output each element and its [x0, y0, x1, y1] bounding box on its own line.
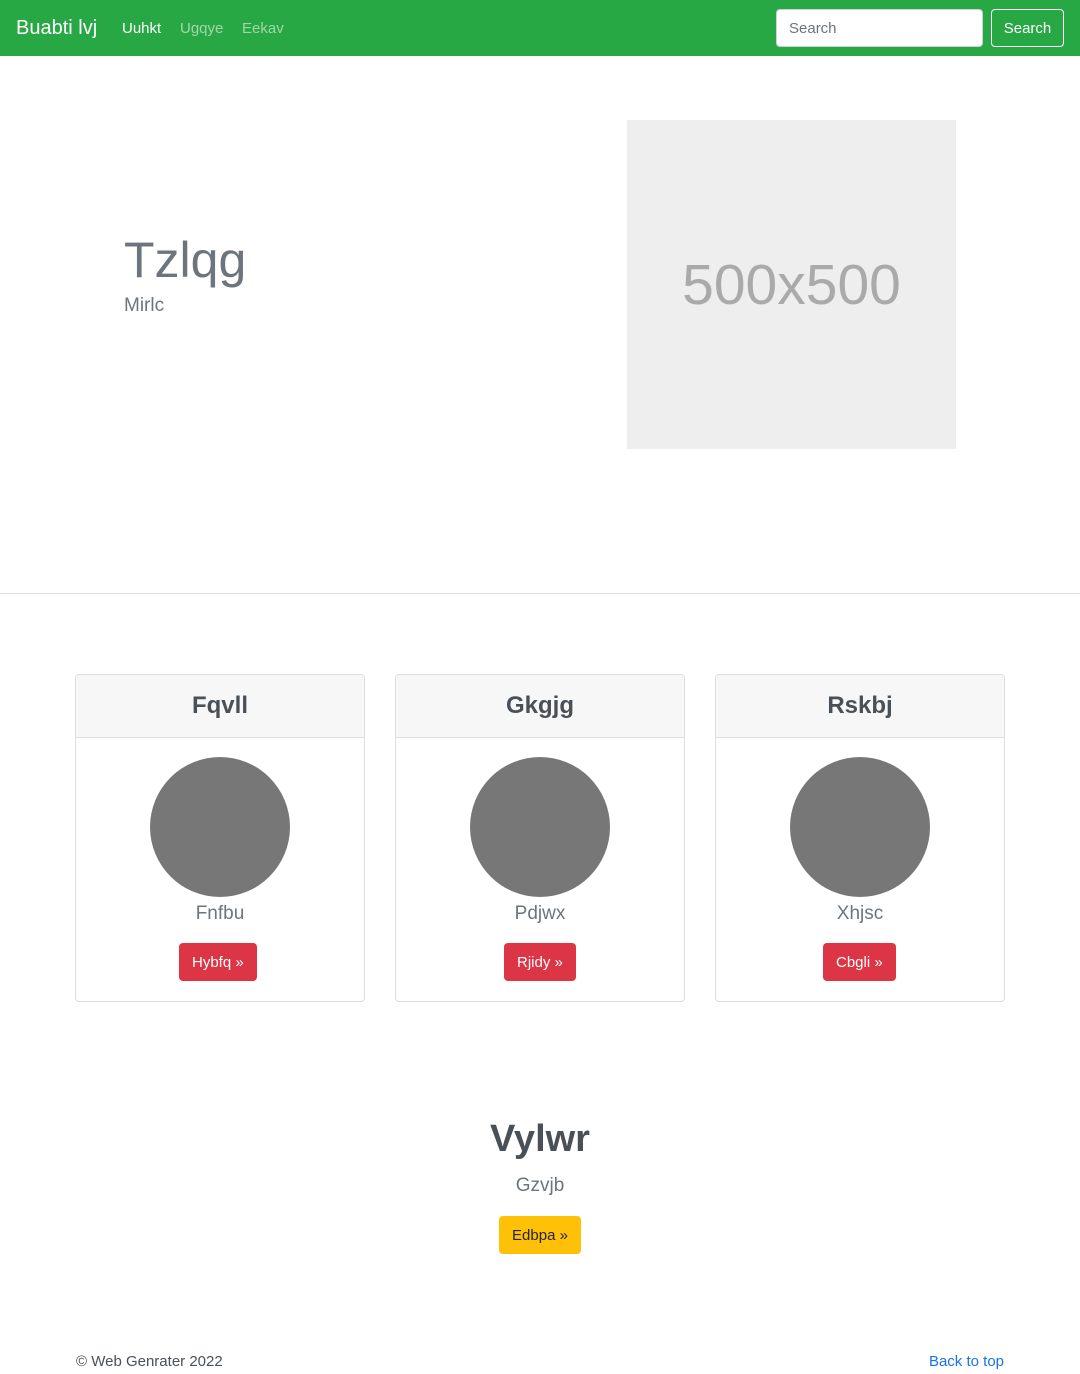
search-input[interactable] [776, 9, 983, 47]
card-text: Xhjsc [836, 903, 884, 924]
cta-subtitle: Gzvjb [515, 1175, 565, 1196]
hero-image-label: 500x500 [682, 252, 901, 317]
avatar-circle [150, 757, 290, 897]
back-to-top-link[interactable]: Back to top [929, 1352, 1004, 1372]
nav-link-eekav[interactable]: Eekav [242, 19, 284, 39]
card-rskbj: Rskbj Xhjsc Cbgli » [715, 674, 1005, 1002]
avatar-circle [470, 757, 610, 897]
card-button-hybfq[interactable]: Hybfq » [179, 943, 257, 981]
hero-title: Tzlqg [124, 232, 247, 288]
cta-title: Vylwr [490, 1118, 590, 1160]
nav-link-ugqye[interactable]: Ugqye [180, 19, 223, 39]
card-title: Gkgjg [505, 692, 574, 719]
cta-button-edbpa[interactable]: Edbpa » [499, 1216, 581, 1254]
card-button-cbgli[interactable]: Cbgli » [823, 943, 896, 981]
avatar-circle [790, 757, 930, 897]
footer-copyright: © Web Genrater 2022 [76, 1353, 223, 1370]
hero-image-placeholder: 500x500 [627, 120, 956, 449]
card-header: Fqvll [76, 675, 364, 738]
card-header: Gkgjg [396, 675, 684, 738]
search-button[interactable]: Search [991, 9, 1064, 47]
card-gkgjg: Gkgjg Pdjwx Rjidy » [395, 674, 685, 1002]
navbar: Buabti lvj Uuhkt Ugqye Eekav Search [0, 0, 1080, 56]
card-button-rjidy[interactable]: Rjidy » [504, 943, 576, 981]
card-title: Fqvll [191, 692, 248, 719]
card-fqvll: Fqvll Fnfbu Hybfq » [75, 674, 365, 1002]
card-header: Rskbj [716, 675, 1004, 738]
card-text: Pdjwx [514, 903, 566, 924]
navbar-brand[interactable]: Buabti lvj [16, 16, 97, 40]
card-title: Rskbj [827, 692, 893, 719]
section-divider [0, 593, 1080, 594]
hero-subtitle: Mirlc [124, 295, 165, 316]
card-text: Fnfbu [195, 903, 245, 924]
nav-link-uuhkt[interactable]: Uuhkt [122, 19, 161, 39]
